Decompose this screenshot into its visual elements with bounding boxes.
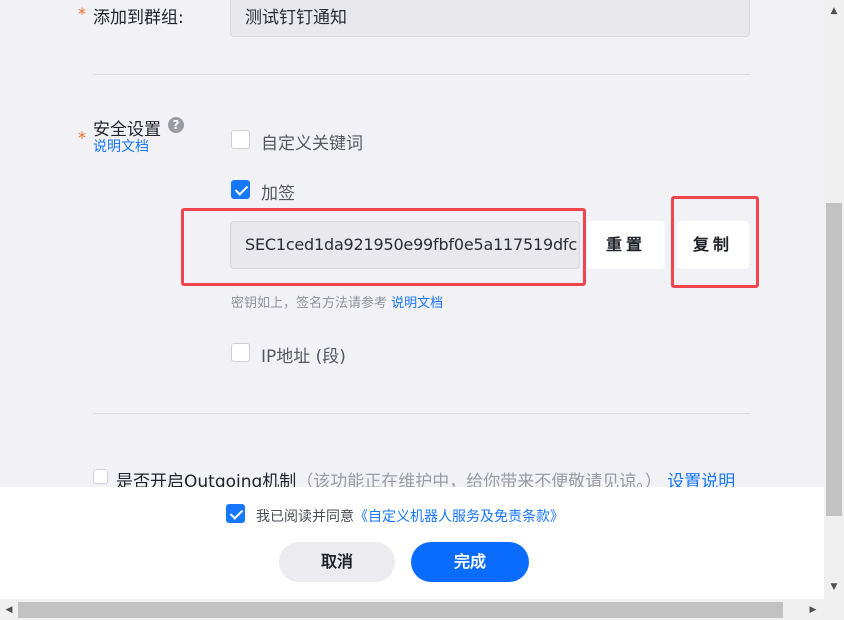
scroll-down-icon[interactable]: ▼ bbox=[826, 582, 842, 592]
outgoing-checkbox[interactable] bbox=[93, 469, 108, 484]
copy-button[interactable]: 复制 bbox=[677, 221, 749, 269]
sign-checkbox[interactable] bbox=[231, 180, 250, 199]
dialog-footer bbox=[0, 487, 824, 599]
sign-label: 加签 bbox=[261, 184, 295, 204]
vertical-scroll-thumb[interactable] bbox=[826, 203, 842, 516]
secret-hint: 密钥如上，签名方法请参考 说明文档 bbox=[231, 292, 443, 311]
required-mark: * bbox=[78, 4, 86, 23]
security-doc-link[interactable]: 说明文档 bbox=[93, 136, 149, 156]
horizontal-scroll-thumb[interactable] bbox=[18, 602, 783, 618]
divider bbox=[93, 74, 750, 75]
keyword-label: 自定义关键词 bbox=[261, 134, 363, 154]
group-label: 添加到群组: bbox=[93, 8, 184, 28]
hint-doc-link[interactable]: 说明文档 bbox=[391, 296, 443, 311]
ip-label: IP地址 (段) bbox=[261, 347, 346, 367]
keyword-checkbox[interactable] bbox=[231, 130, 250, 149]
divider bbox=[93, 413, 750, 414]
required-mark: * bbox=[78, 128, 86, 147]
cancel-button[interactable]: 取消 bbox=[279, 542, 395, 582]
reset-button[interactable]: 重置 bbox=[587, 221, 665, 269]
ip-checkbox[interactable] bbox=[231, 343, 250, 362]
hint-text: 密钥如上，签名方法请参考 bbox=[231, 296, 388, 311]
done-button[interactable]: 完成 bbox=[411, 542, 529, 582]
agree-checkbox[interactable] bbox=[226, 504, 245, 523]
agree-text: 我已阅读并同意 bbox=[256, 509, 354, 525]
secret-field[interactable]: SEC1ced1da921950e99fbf0e5a117519dfc bbox=[230, 221, 580, 269]
group-field[interactable]: 测试钉钉通知 bbox=[230, 0, 750, 37]
agree-statement: 我已阅读并同意《自定义机器人服务及免责条款》 bbox=[256, 506, 564, 526]
scroll-right-icon[interactable]: ▶ bbox=[806, 605, 820, 615]
terms-link[interactable]: 《自定义机器人服务及免责条款》 bbox=[354, 509, 564, 525]
help-icon[interactable]: ? bbox=[168, 117, 184, 133]
scroll-left-icon[interactable]: ◀ bbox=[2, 605, 16, 615]
scroll-up-icon[interactable]: ▲ bbox=[826, 6, 842, 16]
